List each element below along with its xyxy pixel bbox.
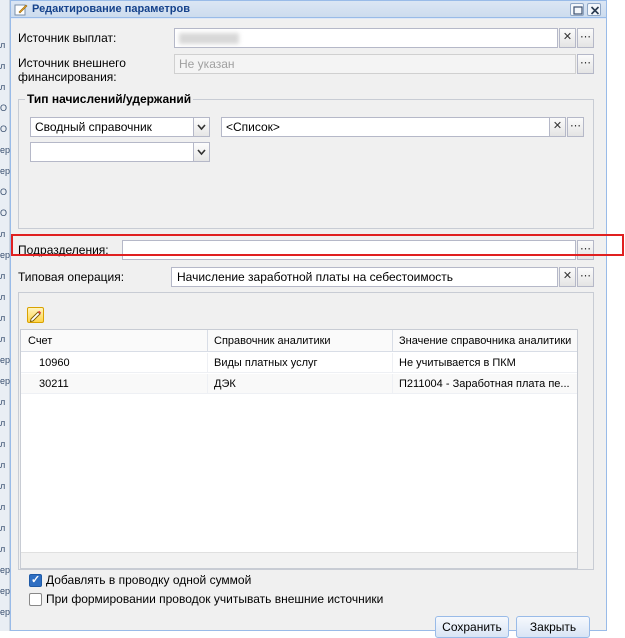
external-source-field[interactable]: Не указан <box>174 54 576 74</box>
operation-label: Типовая операция: <box>18 270 125 284</box>
background-strip-text: л <box>0 502 6 512</box>
close-window-button[interactable] <box>587 3 601 16</box>
background-strip-text: л <box>0 460 6 470</box>
analytics-panel: Счет Справочник аналитики Значение справ… <box>18 292 594 570</box>
background-strip-text: л <box>0 439 6 449</box>
external-sources-label[interactable]: При формировании проводок учитывать внеш… <box>46 592 383 606</box>
background-strip-text: ер <box>0 250 10 260</box>
background-strip-text: О <box>0 103 8 113</box>
table-row[interactable]: 10960 Виды платных услуг Не учитывается … <box>21 353 577 373</box>
save-button[interactable]: Сохранить <box>435 616 509 638</box>
column-divider <box>392 353 393 373</box>
cell-account: 30211 <box>39 378 69 390</box>
column-header-account[interactable]: Счет <box>28 335 198 347</box>
background-strip-text: л <box>0 418 6 428</box>
select-operation-button[interactable]: ⋯ <box>577 267 594 287</box>
column-divider <box>392 330 393 352</box>
background-strip-text: л <box>0 229 6 239</box>
background-strip-text: л <box>0 544 6 554</box>
background-strip-text: л <box>0 82 6 92</box>
dialog-body: Источник выплат: ✕ ⋯ Источник внешнего ф… <box>11 19 606 638</box>
operation-field[interactable]: Начисление заработной платы на себестоим… <box>171 267 558 287</box>
accruals-type-dropdown[interactable] <box>193 117 210 137</box>
background-strip-text: О <box>0 208 8 218</box>
column-divider <box>207 374 208 394</box>
analytics-table: Счет Справочник аналитики Значение справ… <box>20 329 578 569</box>
background-strip-text: ер <box>0 166 10 176</box>
background-strip-text: л <box>0 292 6 302</box>
accruals-list-value: <Список> <box>226 120 280 134</box>
external-source-label-line1: Источник внешнего <box>18 56 126 70</box>
background-strip-text: л <box>0 397 6 407</box>
accruals-second-dropdown[interactable] <box>193 142 210 162</box>
external-sources-checkbox[interactable] <box>29 593 42 606</box>
highlight-frame <box>11 234 624 256</box>
cell-analytics-value: Не учитывается в ПКМ <box>399 357 516 369</box>
maximize-button[interactable] <box>570 3 584 16</box>
edit-row-button[interactable] <box>27 307 44 323</box>
chevron-down-icon <box>197 124 206 131</box>
column-divider <box>392 374 393 394</box>
external-source-label-line2: финансирования: <box>18 70 117 84</box>
payment-source-label: Источник выплат: <box>18 31 117 45</box>
edit-pencil-icon <box>14 3 28 16</box>
cell-analytics-ref: ДЭК <box>214 378 236 390</box>
external-source-value: Не указан <box>179 57 235 71</box>
background-strip-text: л <box>0 481 6 491</box>
background-app-strip: л л л О Оер ер О Ол ер л л л л ер ер л л л л л л л л ер ер ер <box>0 0 10 631</box>
background-strip-text: л <box>0 271 6 281</box>
background-strip-text: О <box>0 124 8 134</box>
accruals-legend: Тип начислений/удержаний <box>25 92 194 106</box>
background-strip-text: л <box>0 334 6 344</box>
background-strip-text: л <box>0 61 6 71</box>
blurred-value <box>179 33 239 44</box>
cell-analytics-ref: Виды платных услуг <box>214 357 318 369</box>
single-sum-label[interactable]: Добавлять в проводку одной суммой <box>46 573 251 587</box>
column-divider <box>207 353 208 373</box>
background-strip-text: л <box>0 523 6 533</box>
pencil-icon <box>29 310 42 323</box>
table-header: Счет Справочник аналитики Значение справ… <box>21 330 577 352</box>
dialog-title: Редактирование параметров <box>32 3 190 15</box>
edit-parameters-dialog: Редактирование параметров Источник выпла… <box>10 0 607 638</box>
accruals-list-field[interactable]: <Список> <box>221 117 550 137</box>
dialog-titlebar[interactable]: Редактирование параметров <box>11 1 606 18</box>
payment-source-field[interactable] <box>174 28 558 48</box>
accruals-type-select[interactable]: Сводный справочник <box>30 117 194 137</box>
horizontal-scrollbar[interactable] <box>21 552 577 568</box>
accruals-type-value: Сводный справочник <box>35 120 152 134</box>
select-external-source-button[interactable]: ⋯ <box>577 54 594 74</box>
background-strip-text: ер <box>0 565 10 575</box>
chevron-down-icon <box>197 149 206 156</box>
background-strip-text: ер <box>0 586 10 596</box>
background-strip-text: л <box>0 313 6 323</box>
background-strip-text: О <box>0 187 8 197</box>
background-strip-text: ер <box>0 607 10 617</box>
background-strip-text: ер <box>0 376 10 386</box>
single-sum-checkbox[interactable] <box>29 573 42 587</box>
background-strip-text: ер <box>0 355 10 365</box>
column-header-analytics-ref[interactable]: Справочник аналитики <box>214 335 389 347</box>
cell-account: 10960 <box>39 357 70 369</box>
cell-analytics-value: П211004 - Заработная плата пе... <box>399 378 570 390</box>
clear-payment-source-button[interactable]: ✕ <box>559 28 576 48</box>
operation-value: Начисление заработной платы на себестоим… <box>177 270 454 284</box>
select-payment-source-button[interactable]: ⋯ <box>577 28 594 48</box>
external-source-label: Источник внешнего финансирования: <box>18 56 126 84</box>
column-divider <box>207 330 208 352</box>
background-strip-text: ер <box>0 145 10 155</box>
table-row[interactable]: 30211 ДЭК П211004 - Заработная плата пе.… <box>21 374 577 394</box>
clear-operation-button[interactable]: ✕ <box>559 267 576 287</box>
accruals-second-select[interactable] <box>30 142 194 162</box>
background-strip-text: л <box>0 40 6 50</box>
close-button[interactable]: Закрыть <box>516 616 590 638</box>
clear-accruals-list-button[interactable]: ✕ <box>549 117 566 137</box>
select-accruals-list-button[interactable]: ⋯ <box>567 117 584 137</box>
column-header-analytics-value[interactable]: Значение справочника аналитики <box>399 335 577 347</box>
